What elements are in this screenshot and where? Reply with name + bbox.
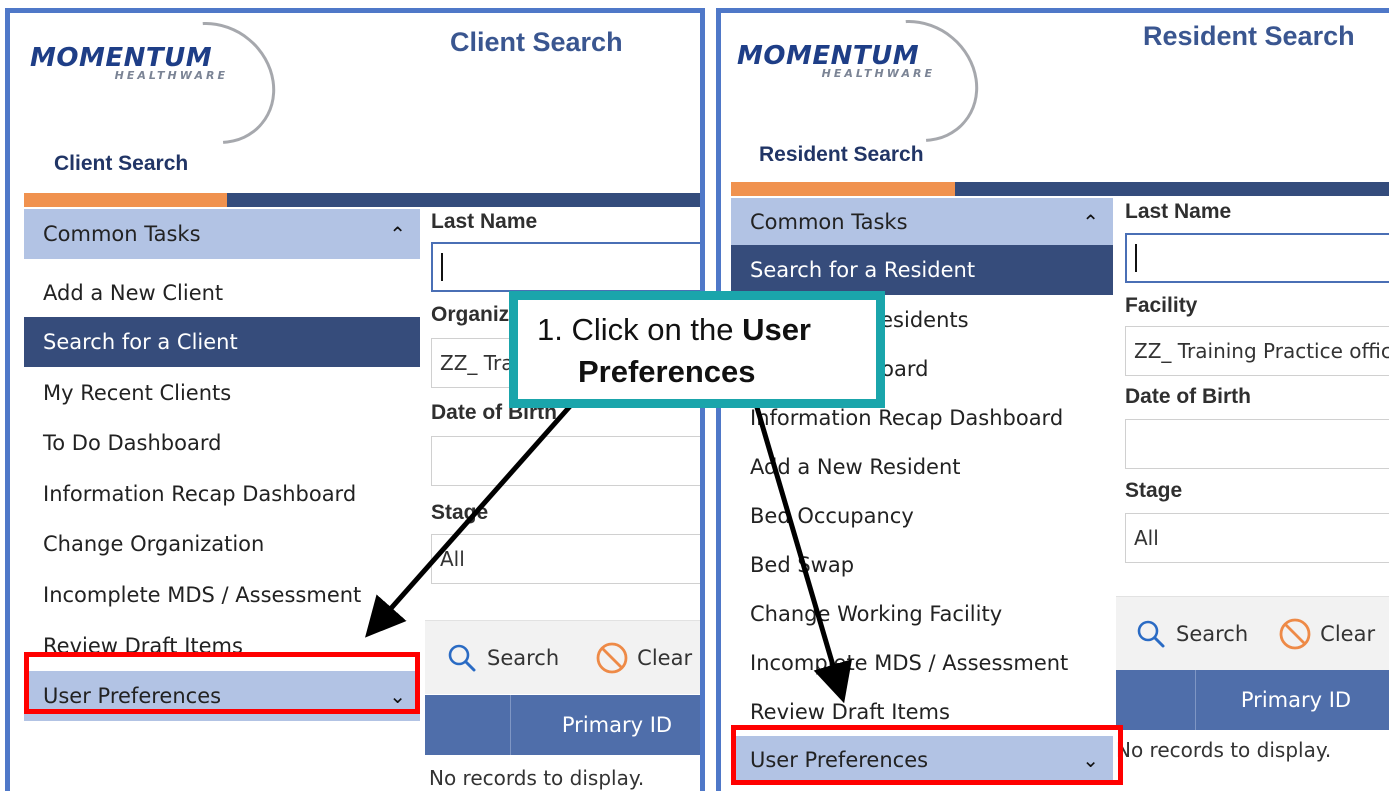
instruction-callout: 1. Click on the User Preferences [509,291,885,408]
menu-item-incomplete-mds[interactable]: Incomplete MDS / Assessment [731,638,1113,687]
grid-column-primary-id[interactable]: Primary ID [511,695,700,755]
menu-item-label: Review Draft Items [750,699,950,724]
menu-item-todo-dashboard[interactable]: To Do Dashboard [24,418,420,468]
empty-message: No records to display. [1116,738,1332,762]
search-toolbar: Search Clear Search [425,620,700,694]
menu-item-label: Change Working Facility [750,601,1003,626]
highlight-user-preferences-left [24,652,420,714]
last-name-input[interactable] [431,242,700,292]
common-tasks-menu: Common Tasks ⌃ Add a New Client Search f… [24,207,420,727]
menu-item-label: Incomplete MDS / Assessment [43,583,362,607]
menu-item-incomplete-mds[interactable]: Incomplete MDS / Assessment [24,570,420,620]
menu-item-search-client[interactable]: Search for a Client [24,317,420,367]
page-title: Client Search [450,27,623,57]
menu-item-label: Bed Occupancy [750,503,914,528]
page-title: Resident Search [1143,21,1355,51]
search-icon [448,644,476,671]
clear-icon [596,642,628,673]
common-tasks-header[interactable]: Common Tasks ⌃ [24,209,420,259]
menu-item-label: Add a New Resident [750,454,961,479]
dob-input[interactable] [1125,419,1389,469]
menu-item-change-org[interactable]: Change Organization [24,519,420,569]
menu-item-label: Add a New Client [43,281,224,305]
common-tasks-menu: Common Tasks ⌃ Search for a Resident My … [731,198,1113,791]
search-button[interactable]: Search [447,643,559,673]
callout-line-2: Preferences [578,354,756,389]
menu-item-label: Information Recap Dashboard [43,482,357,506]
menu-item-label: To Do Dashboard [43,431,222,455]
search-button[interactable]: Search [1136,619,1248,649]
grid-column-select[interactable] [1116,670,1196,730]
stage-select[interactable]: All [1125,513,1389,563]
common-tasks-label: Common Tasks [750,209,908,234]
tab-indicator-bar [24,193,700,207]
tab-indicator-bar [731,182,1389,196]
menu-item-label: Search for a Client [43,330,238,354]
logo-subtitle: HEALTHWARE [821,67,935,80]
dob-label: Date of Birth [1125,385,1251,408]
clear-button-label: Clear [1320,621,1376,646]
common-tasks-label: Common Tasks [43,222,201,246]
clear-button-label: Clear Search [637,645,700,670]
momentum-logo: MOMENTUM HEALTHWARE [737,13,1004,168]
stage-label: Stage [1125,479,1183,502]
stage-value: All [440,547,465,571]
dob-input[interactable] [431,436,700,486]
chevron-up-icon[interactable]: ⌃ [389,222,406,246]
search-form: Last Name Facility ZZ_ Training Practice… [1114,198,1389,791]
empty-message: No records to display. [429,766,645,790]
results-grid-header: Primary ID [1116,670,1389,730]
last-name-input[interactable] [1125,233,1389,283]
clear-search-button[interactable]: Clear [1278,617,1375,651]
section-title[interactable]: Resident Search [759,143,924,167]
callout-step-bold: User [742,312,811,347]
menu-item-label: Search for a Resident [750,258,976,282]
facility-select[interactable]: ZZ_ Training Practice office [1125,326,1389,376]
menu-item-add-client[interactable]: Add a New Client [24,268,420,318]
menu-item-bed-occupancy[interactable]: Bed Occupancy [731,491,1113,540]
menu-item-add-resident[interactable]: Add a New Resident [731,442,1113,491]
stage-label: Stage [431,501,489,524]
menu-item-label: Information Recap Dashboard [750,405,1064,430]
menu-item-bed-swap[interactable]: Bed Swap [731,540,1113,589]
text-caret [1135,244,1137,272]
common-tasks-header[interactable]: Common Tasks ⌃ [731,198,1113,245]
last-name-label: Last Name [431,210,538,233]
menu-item-label: Bed Swap [750,552,855,577]
search-toolbar: Search Clear [1116,596,1389,670]
facility-value: ZZ_ Training Practice office [1134,339,1389,363]
stage-select[interactable]: All [431,534,700,584]
search-icon [1137,620,1165,647]
menu-item-recent-clients[interactable]: My Recent Clients [24,368,420,418]
menu-item-label: My Recent Clients [43,381,232,405]
clear-search-button[interactable]: Clear Search [595,641,700,675]
search-button-label: Search [1176,621,1249,646]
menu-item-label: Change Organization [43,532,265,556]
callout-step-text: 1. Click on the [537,312,734,347]
clear-icon [1279,618,1311,649]
facility-label: Facility [1125,294,1198,317]
grid-column-select[interactable] [425,695,511,755]
menu-item-change-facility[interactable]: Change Working Facility [731,589,1113,638]
chevron-up-icon[interactable]: ⌃ [1082,210,1099,234]
grid-column-primary-id[interactable]: Primary ID [1196,670,1389,730]
menu-item-search-resident[interactable]: Search for a Resident [731,245,1113,295]
stage-value: All [1134,526,1159,550]
highlight-user-preferences-right [731,725,1123,785]
search-button-label: Search [487,645,560,670]
last-name-label: Last Name [1125,200,1232,223]
callout-line-1: 1. Click on the User [537,310,811,350]
results-grid-header: Primary ID [425,695,700,755]
momentum-logo: MOMENTUM HEALTHWARE [30,13,301,170]
logo-subtitle: HEALTHWARE [114,69,228,82]
menu-item-info-recap[interactable]: Information Recap Dashboard [24,469,420,519]
section-title[interactable]: Client Search [54,152,188,176]
text-caret [441,253,443,281]
menu-item-label: Incomplete MDS / Assessment [750,650,1069,675]
